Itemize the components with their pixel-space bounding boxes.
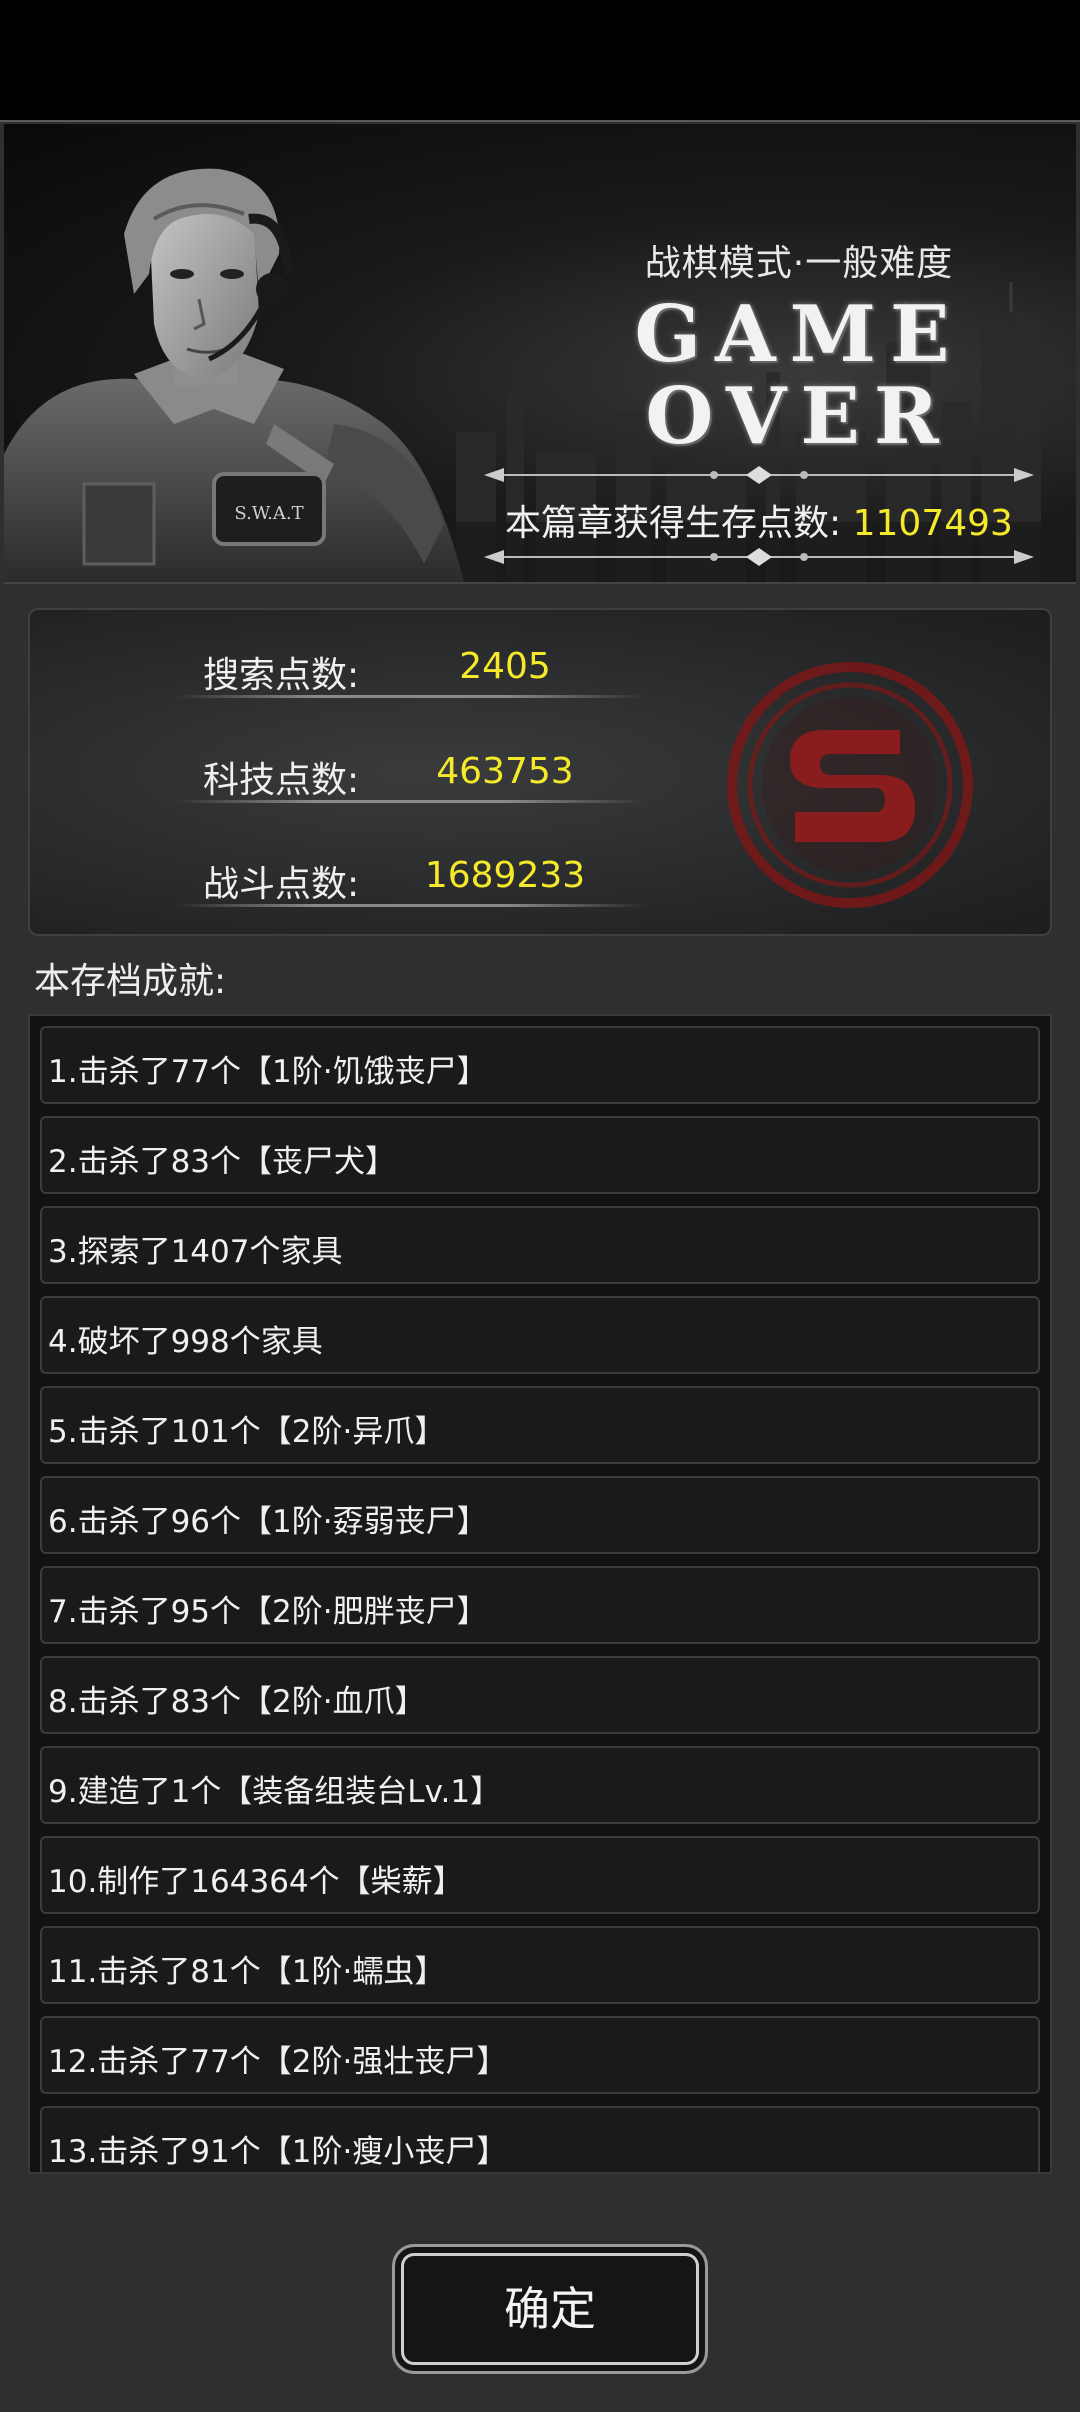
list-item: 5.击杀了101个【2阶·异爪】 <box>40 1386 1040 1464</box>
list-item: 3.探索了1407个家具 <box>40 1206 1040 1284</box>
list-item: 4.破坏了998个家具 <box>40 1296 1040 1374</box>
achievement-text: 6.击杀了96个【1阶·孬弱丧尸】 <box>48 1504 488 1540</box>
combat-points-value: 1689233 <box>424 855 586 896</box>
achievement-text: 4.破坏了998个家具 <box>48 1324 323 1360</box>
list-item: 11.击杀了81个【1阶·蠕虫】 <box>40 1926 1040 2004</box>
achievement-text: 3.探索了1407个家具 <box>48 1234 343 1270</box>
list-item: 9.建造了1个【装备组装台Lv.1】 <box>40 1746 1040 1824</box>
search-points-value: 2405 <box>459 646 551 687</box>
achievement-text: 1.击杀了77个【1阶·饥饿丧尸】 <box>48 1054 488 1090</box>
combat-points-label: 战斗点数: <box>203 864 360 905</box>
achievement-text: 12.击杀了77个【2阶·强壮丧尸】 <box>48 2044 508 2080</box>
swat-badge-text: S.W.A.T <box>234 503 303 524</box>
list-item: 1.击杀了77个【1阶·饥饿丧尸】 <box>40 1026 1040 1104</box>
achievements-title: 本存档成就: <box>34 961 227 1002</box>
achievements-list[interactable]: 1.击杀了77个【1阶·饥饿丧尸】 2.击杀了83个【丧尸犬】 3.探索了140… <box>28 1014 1052 2174</box>
game-over-line2: OVER <box>645 371 953 462</box>
achievement-text: 13.击杀了91个【1阶·瘦小丧尸】 <box>48 2134 508 2170</box>
tech-points-row: 科技点数: 463753 <box>175 743 675 803</box>
list-item: 13.击杀了91个【1阶·瘦小丧尸】 <box>40 2106 1040 2172</box>
achievement-text: 7.击杀了95个【2阶·肥胖丧尸】 <box>48 1594 488 1630</box>
survival-points-value: 1107493 <box>852 503 1013 544</box>
achievement-text: 9.建造了1个【装备组装台Lv.1】 <box>48 1774 502 1810</box>
list-item: 10.制作了164364个【柴薪】 <box>40 1836 1040 1914</box>
search-points-row: 搜索点数: 2405 <box>175 638 675 698</box>
survival-points-label: 本篇章获得生存点数: <box>505 503 853 544</box>
tech-points-value: 463753 <box>436 751 574 792</box>
list-item: 8.击杀了83个【2阶·血爪】 <box>40 1656 1040 1734</box>
search-points-label: 搜索点数: <box>203 655 360 696</box>
list-item: 7.击杀了95个【2阶·肥胖丧尸】 <box>40 1566 1040 1644</box>
game-over-line1: GAME <box>634 289 964 380</box>
tech-points-label: 科技点数: <box>203 760 360 801</box>
confirm-button[interactable]: 确定 <box>392 2244 708 2374</box>
list-item: 12.击杀了77个【2阶·强壮丧尸】 <box>40 2016 1040 2094</box>
divider <box>175 800 645 803</box>
achievement-text: 11.击杀了81个【1阶·蠕虫】 <box>48 1954 446 1990</box>
bottom-ornament <box>484 548 1034 566</box>
survival-points-row: 本篇章获得生存点数: 1107493 <box>484 494 1034 546</box>
top-ornament <box>484 466 1034 484</box>
stats-box: 搜索点数: 2405 科技点数: 463753 战斗点数: 1689233 <box>28 608 1052 936</box>
divider <box>175 904 645 907</box>
game-over-banner: S.W.A.T 战棋模式·一般难度 GAME OVER 本篇章获得生存点数: 1… <box>4 124 1076 584</box>
red-s-emblem-icon <box>727 662 973 908</box>
achievement-text: 2.击杀了83个【丧尸犬】 <box>48 1144 397 1180</box>
list-item: 6.击杀了96个【1阶·孬弱丧尸】 <box>40 1476 1040 1554</box>
soldier-portrait: S.W.A.T <box>4 168 464 582</box>
game-over-panel: S.W.A.T 战棋模式·一般难度 GAME OVER 本篇章获得生存点数: 1… <box>0 120 1080 2412</box>
combat-points-row: 战斗点数: 1689233 <box>175 847 675 907</box>
divider <box>175 695 645 698</box>
achievement-text: 8.击杀了83个【2阶·血爪】 <box>48 1684 426 1720</box>
mode-difficulty: 战棋模式·一般难度 <box>644 243 954 284</box>
achievement-text: 5.击杀了101个【2阶·异爪】 <box>48 1414 446 1450</box>
list-item: 2.击杀了83个【丧尸犬】 <box>40 1116 1040 1194</box>
achievement-text: 10.制作了164364个【柴薪】 <box>48 1864 464 1900</box>
status-bar <box>0 0 1080 120</box>
game-over-title: GAME OVER <box>564 294 1034 458</box>
